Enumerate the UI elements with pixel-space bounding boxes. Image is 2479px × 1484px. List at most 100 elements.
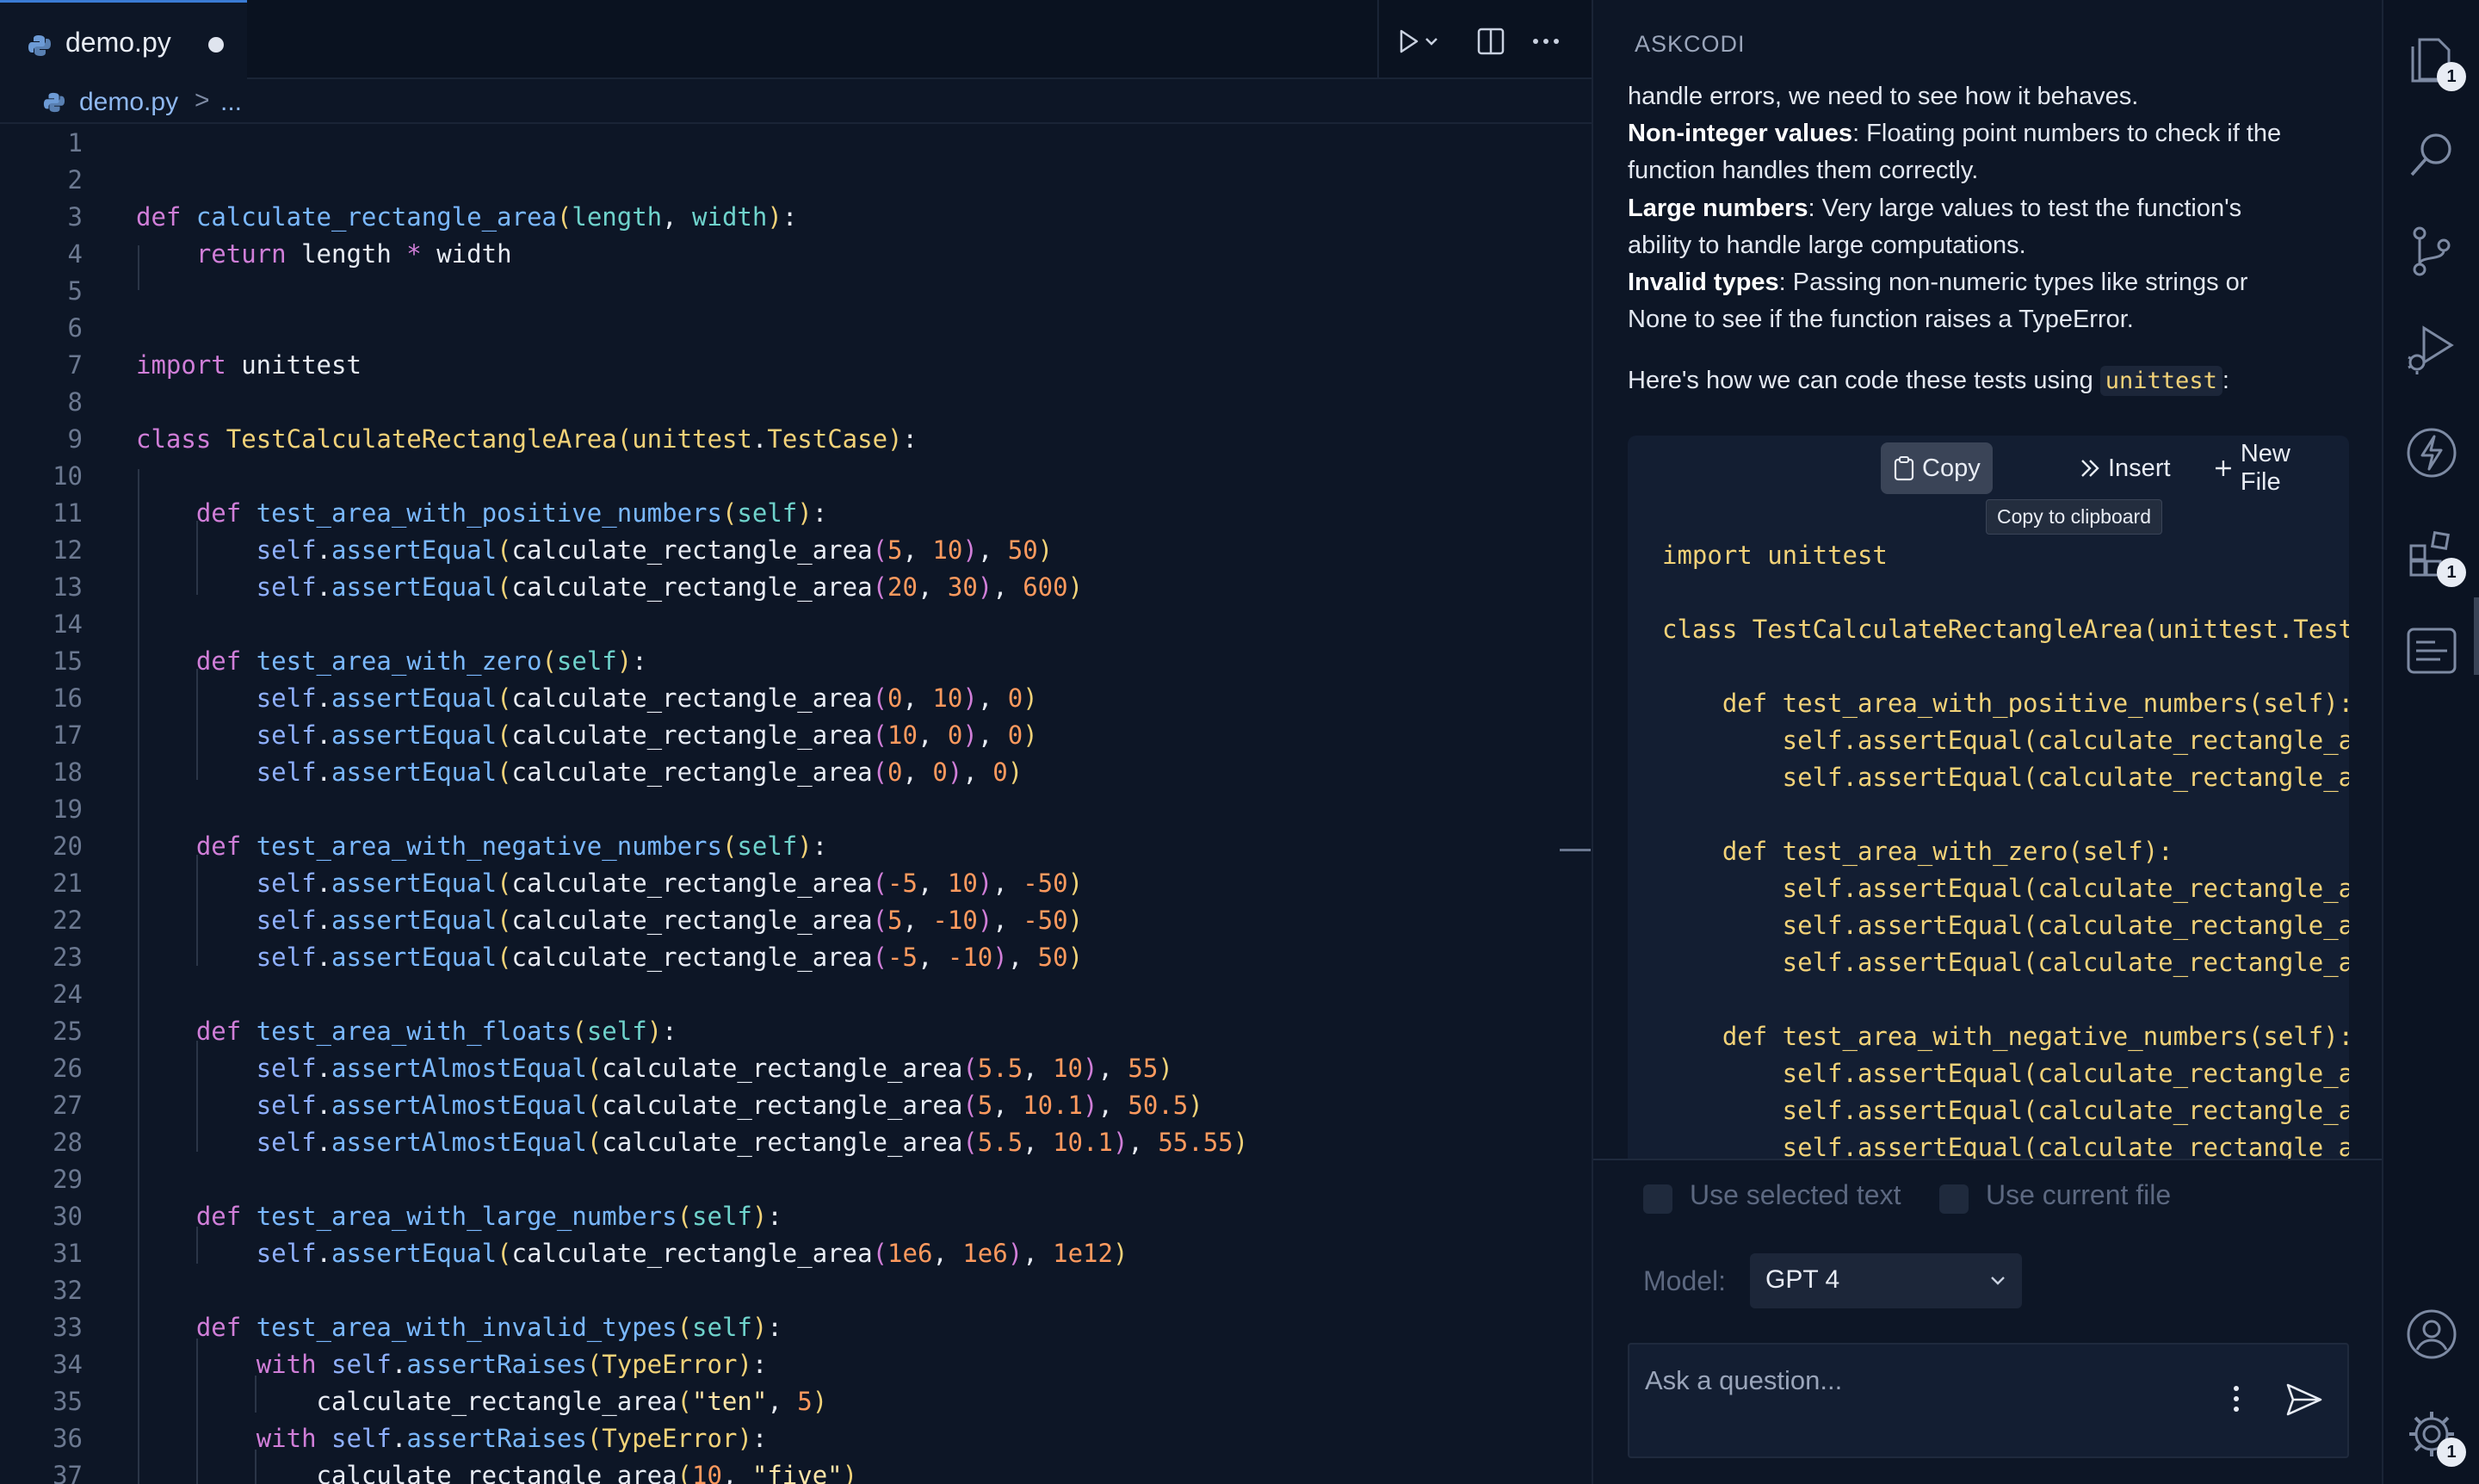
code-line: 17 self.assertEqual(calculate_rectangle_… bbox=[0, 717, 1549, 754]
code-line: 8 bbox=[0, 384, 1549, 421]
line-content: self.assertEqual(calculate_rectangle_are… bbox=[256, 757, 1023, 787]
code-line: 11 def test_area_with_positive_numbers(s… bbox=[0, 495, 1549, 532]
line-number: 26 bbox=[53, 1054, 83, 1083]
activity-bar: 1 1 1 bbox=[2382, 0, 2479, 1484]
code-block-line: def test_area_with_positive_numbers(self… bbox=[1662, 689, 2349, 718]
activity-scrollbar[interactable] bbox=[2474, 597, 2479, 675]
line-content: with self.assertRaises(TypeError): bbox=[256, 1424, 768, 1453]
inline-code: unittest bbox=[2099, 366, 2222, 396]
breadcrumb: demo.py > ... bbox=[0, 81, 1592, 124]
line-number: 9 bbox=[67, 424, 83, 454]
line-content: def test_area_with_large_numbers(self): bbox=[195, 1202, 782, 1231]
panel-title: ASKCODI bbox=[1635, 31, 1746, 57]
run-debug-button[interactable] bbox=[2402, 320, 2461, 379]
explorer-badge: 1 bbox=[2437, 62, 2466, 91]
code-line: 4 return length * width bbox=[0, 236, 1549, 273]
insert-icon bbox=[2081, 460, 2099, 477]
code-line: 12 self.assertEqual(calculate_rectangle_… bbox=[0, 532, 1549, 569]
line-number: 34 bbox=[53, 1350, 83, 1379]
line-number: 2 bbox=[67, 165, 83, 195]
line-number: 1 bbox=[67, 128, 83, 158]
breadcrumb-file[interactable]: demo.py bbox=[79, 88, 178, 117]
code-block-line: import unittest bbox=[1662, 541, 1888, 570]
response-text: function handles them correctly. bbox=[1628, 157, 1979, 184]
code-line: 7 import unittest bbox=[0, 347, 1549, 384]
line-content: def test_area_with_zero(self): bbox=[195, 646, 647, 676]
source-control-icon bbox=[2413, 226, 2451, 276]
code-line: 36 with self.assertRaises(TypeError): bbox=[0, 1420, 1549, 1457]
python-file-icon bbox=[43, 92, 65, 113]
response-text: Invalid types: Passing non-numeric types… bbox=[1628, 264, 2247, 301]
line-number: 20 bbox=[53, 832, 83, 861]
new-file-button[interactable]: New File bbox=[2201, 440, 2349, 496]
response-text: Large numbers: Very large values to test… bbox=[1628, 190, 2241, 227]
account-button[interactable] bbox=[2402, 1305, 2461, 1363]
chevron-down-icon bbox=[1991, 1277, 2005, 1285]
more-actions-button[interactable] bbox=[1529, 24, 1563, 59]
python-file-icon bbox=[28, 35, 51, 56]
source-control-button[interactable] bbox=[2402, 222, 2461, 281]
code-block-line: self.assertEqual(calculate_rectangle_a bbox=[1662, 1096, 2349, 1125]
breadcrumb-symbols[interactable]: ... bbox=[220, 88, 242, 117]
line-content: def test_area_with_positive_numbers(self… bbox=[195, 498, 828, 528]
line-number: 8 bbox=[67, 387, 83, 417]
tab-demo-py[interactable]: demo.py bbox=[0, 0, 247, 79]
code-block-line: class TestCalculateRectangleArea(unittes… bbox=[1662, 615, 2349, 644]
ask-options-button[interactable] bbox=[2232, 1384, 2241, 1418]
response-text: : Passing non-numeric types like strings… bbox=[1778, 269, 2248, 296]
line-number: 37 bbox=[53, 1461, 83, 1484]
code-editor[interactable]: 1 2 3 def calculate_rectangle_area(length… bbox=[0, 125, 1592, 1484]
use-selected-text-label: Use selected text bbox=[1690, 1179, 1901, 1210]
account-icon bbox=[2407, 1309, 2457, 1359]
ask-input[interactable] bbox=[1645, 1360, 2196, 1401]
tab-label: demo.py bbox=[65, 27, 171, 58]
code-line: 27 self.assertAlmostEqual(calculate_rect… bbox=[0, 1087, 1549, 1124]
extensions-button[interactable]: 1 bbox=[2402, 525, 2466, 587]
insert-button[interactable]: Insert bbox=[2067, 442, 2183, 494]
line-content: self.assertEqual(calculate_rectangle_are… bbox=[256, 535, 1054, 565]
line-content: self.assertAlmostEqual(calculate_rectang… bbox=[256, 1091, 1203, 1120]
response-text: : Very large values to test the function… bbox=[1808, 195, 2242, 222]
more-icon bbox=[1533, 39, 1559, 44]
line-content: def test_area_with_floats(self): bbox=[195, 1017, 677, 1046]
code-line: 29 bbox=[0, 1161, 1549, 1198]
response-text: Non-integer values: Floating point numbe… bbox=[1628, 115, 2281, 152]
run-dropdown-button[interactable] bbox=[1420, 24, 1443, 59]
line-content: self.assertAlmostEqual(calculate_rectang… bbox=[256, 1054, 1173, 1083]
lightning-icon bbox=[2407, 428, 2457, 478]
line-number: 22 bbox=[53, 906, 83, 935]
askcodi-button[interactable] bbox=[2402, 424, 2461, 482]
code-line: 30 def test_area_with_large_numbers(self… bbox=[0, 1198, 1549, 1235]
split-editor-button[interactable] bbox=[1474, 24, 1508, 59]
model-select[interactable]: GPT 4 bbox=[1750, 1253, 2022, 1308]
explorer-button[interactable]: 1 bbox=[2402, 29, 2466, 91]
use-current-file-checkbox[interactable] bbox=[1939, 1184, 1969, 1214]
line-content: def calculate_rectangle_area(length, wid… bbox=[136, 202, 798, 232]
line-number: 13 bbox=[53, 572, 83, 602]
code-line: 14 bbox=[0, 606, 1549, 643]
copy-button[interactable]: Copy bbox=[1881, 442, 1993, 494]
bold-term: Non-integer values bbox=[1628, 120, 1853, 147]
code-line: 21 self.assertEqual(calculate_rectangle_… bbox=[0, 865, 1549, 902]
bold-term: Large numbers bbox=[1628, 195, 1808, 222]
send-button[interactable] bbox=[2285, 1382, 2323, 1421]
response-text: : bbox=[2222, 367, 2229, 394]
chat-panel-button[interactable] bbox=[2402, 621, 2461, 680]
line-number: 12 bbox=[53, 535, 83, 565]
code-block-line: def test_area_with_negative_numbers(self… bbox=[1662, 1022, 2349, 1051]
line-number: 23 bbox=[53, 943, 83, 972]
search-button[interactable] bbox=[2402, 126, 2461, 184]
breadcrumb-separator: > bbox=[195, 86, 210, 114]
code-line: 10 bbox=[0, 458, 1549, 495]
manage-button[interactable]: 1 bbox=[2402, 1405, 2466, 1467]
code-line: 24 bbox=[0, 976, 1549, 1013]
line-number: 4 bbox=[67, 239, 83, 269]
line-number: 6 bbox=[67, 313, 83, 343]
unsaved-dot-icon[interactable] bbox=[208, 37, 224, 53]
use-selected-text-checkbox[interactable] bbox=[1643, 1184, 1672, 1214]
use-current-file-label: Use current file bbox=[1986, 1179, 2172, 1210]
copy-tooltip: Copy to clipboard bbox=[1986, 499, 2162, 535]
code-line: 34 with self.assertRaises(TypeError): bbox=[0, 1346, 1549, 1383]
insert-label: Insert bbox=[2108, 454, 2171, 482]
code-line: 3 def calculate_rectangle_area(length, wi… bbox=[0, 199, 1549, 236]
